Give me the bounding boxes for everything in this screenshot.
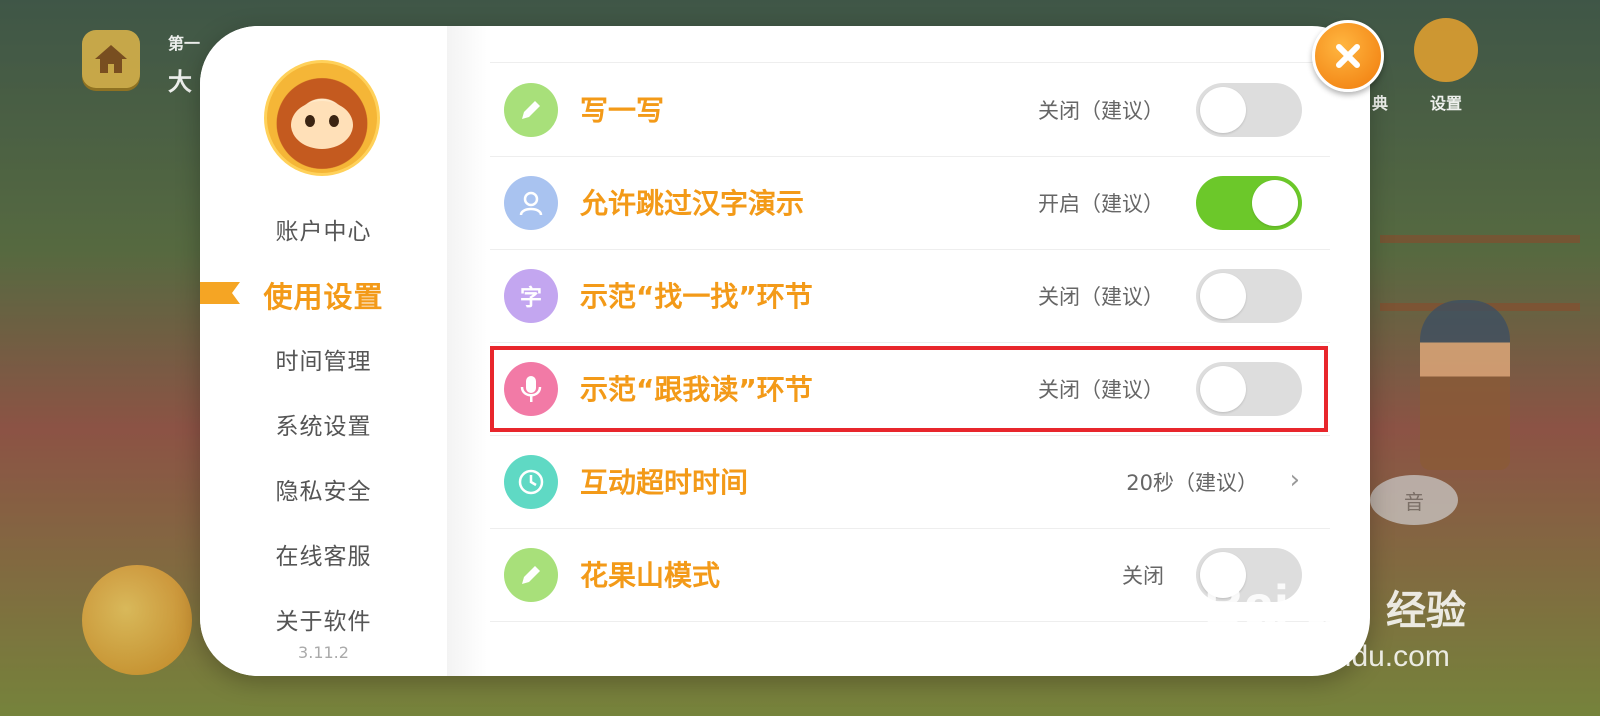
setting-status: 关闭 [1122, 564, 1164, 588]
toggle-switch[interactable] [1196, 83, 1302, 137]
sidebar-item-customer-service[interactable]: 在线客服 [200, 537, 447, 571]
chevron-right-icon: › [1289, 465, 1300, 495]
microphone-icon [504, 362, 558, 416]
setting-title: 允许跳过汉字演示 [580, 187, 805, 220]
character-decoration [1420, 300, 1510, 470]
background-avatar [82, 565, 192, 675]
gear-icon[interactable] [1414, 18, 1478, 82]
home-icon [95, 45, 127, 73]
sidebar-item-usage-settings[interactable]: 使用设置 [200, 274, 447, 316]
pencil-icon [504, 83, 558, 137]
close-icon [1336, 44, 1360, 68]
setting-row-writing[interactable]: 写一写 关闭（建议） [490, 63, 1330, 157]
person-icon [504, 176, 558, 230]
fence-decoration [1380, 235, 1580, 311]
setting-title: 花果山模式 [580, 559, 721, 592]
baidu-watermark: Bai du 经验 jingyan.baidu.com [1200, 540, 1500, 690]
watermark-logo: Bai du [1204, 573, 1370, 636]
dictionary-label-partial: 典 [1372, 94, 1389, 113]
watermark-text: 经验 [1386, 588, 1466, 634]
settings-label: 设置 [1430, 94, 1463, 113]
setting-status: 关闭（建议） [1038, 378, 1164, 402]
background-title-partial: 第一 [168, 34, 201, 53]
background-title-partial-2: 大 [168, 68, 192, 96]
setting-title: 示范“跟我读”环节 [580, 373, 813, 406]
home-button[interactable] [82, 30, 140, 88]
sidebar-item-about[interactable]: 关于软件 [200, 602, 447, 636]
sidebar-item-time-management[interactable]: 时间管理 [200, 342, 447, 376]
watermark-url: jingyan.baidu.com [1208, 640, 1450, 673]
setting-status: 关闭（建议） [1038, 99, 1164, 123]
close-button[interactable] [1312, 20, 1384, 92]
setting-row-timeout[interactable]: 互动超时时间 20秒（建议） › [490, 435, 1330, 529]
setting-status: 开启（建议） [1038, 192, 1164, 216]
sidebar-item-account[interactable]: 账户中心 [200, 212, 447, 246]
sidebar-shadow [447, 26, 487, 676]
clock-icon [504, 455, 558, 509]
settings-dialog: 账户中心 使用设置 时间管理 系统设置 隐私安全 在线客服 关于软件 3.11.… [200, 26, 1370, 676]
toggle-switch[interactable] [1196, 362, 1302, 416]
toggle-switch[interactable] [1196, 176, 1302, 230]
setting-title: 示范“找一找”环节 [580, 280, 813, 313]
sidebar-item-system-settings[interactable]: 系统设置 [200, 407, 447, 441]
setting-title: 写一写 [580, 94, 665, 127]
pencil-icon [504, 548, 558, 602]
setting-status: 关闭（建议） [1038, 285, 1164, 309]
monkey-face-icon [291, 101, 353, 149]
setting-status: 20秒（建议） [1126, 471, 1258, 495]
avatar[interactable] [264, 60, 380, 176]
toggle-switch[interactable] [1196, 269, 1302, 323]
character-icon: 字 [504, 269, 558, 323]
sidebar: 账户中心 使用设置 时间管理 系统设置 隐私安全 在线客服 关于软件 3.11.… [200, 26, 448, 676]
setting-row-skip-demo[interactable]: 允许跳过汉字演示 开启（建议） [490, 156, 1330, 250]
version-label: 3.11.2 [298, 643, 349, 662]
setting-title: 互动超时时间 [580, 466, 749, 499]
setting-row-read-demo[interactable]: 示范“跟我读”环节 关闭（建议） [490, 342, 1330, 436]
sidebar-item-privacy[interactable]: 隐私安全 [200, 472, 447, 506]
setting-row-find-demo[interactable]: 字 示范“找一找”环节 关闭（建议） [490, 249, 1330, 343]
stone-decoration: 音 [1370, 475, 1458, 525]
